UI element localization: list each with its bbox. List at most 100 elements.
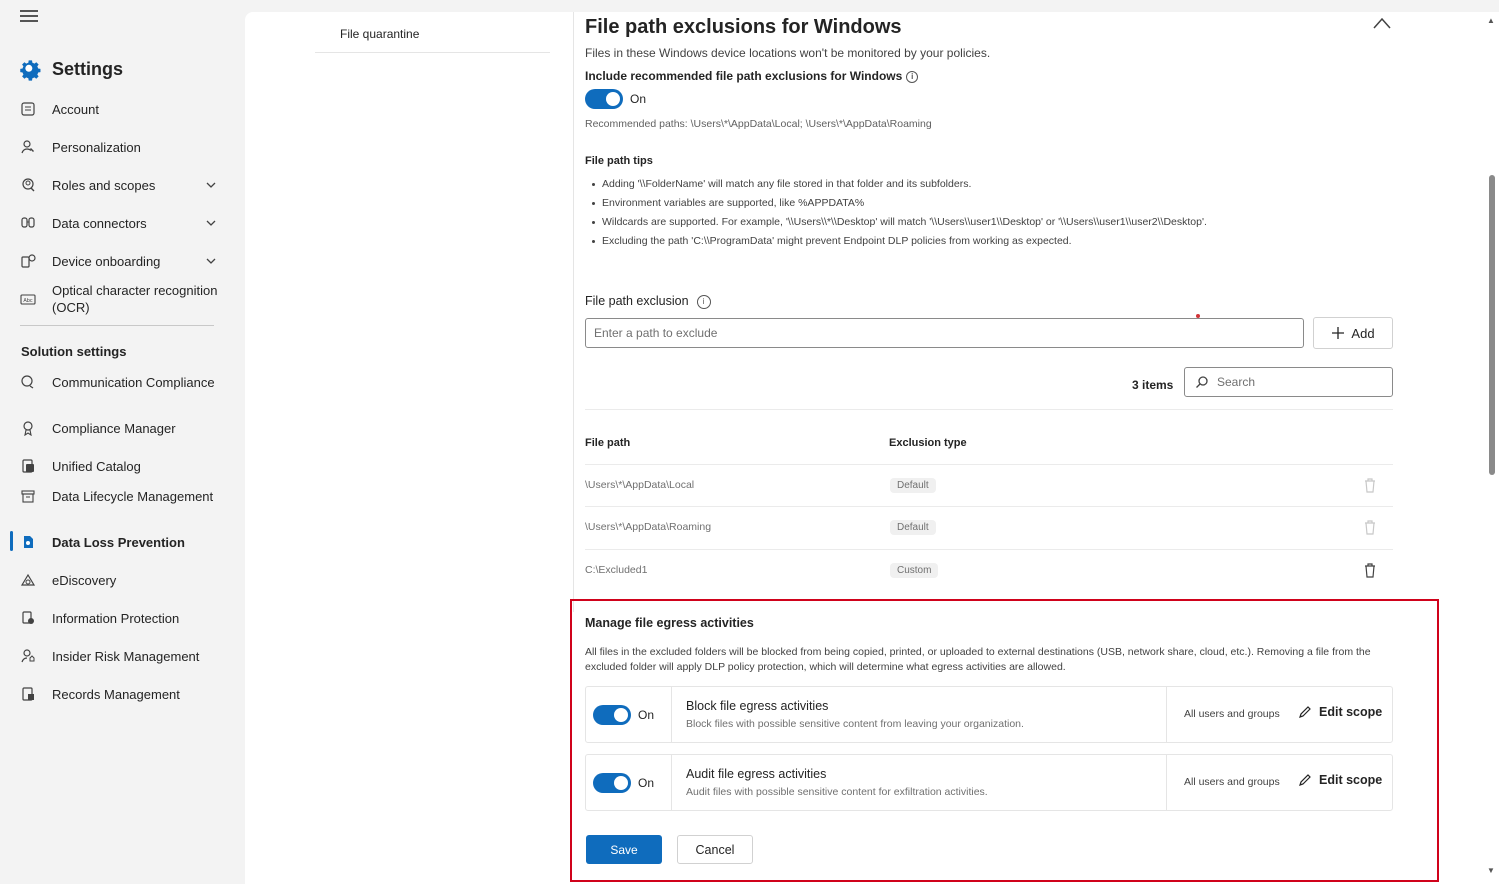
nav-item-data-loss-prevention[interactable]: Data Loss Prevention bbox=[18, 533, 218, 551]
nav-item-label: Unified Catalog bbox=[52, 458, 141, 474]
row-divider bbox=[1166, 687, 1167, 742]
roles-icon bbox=[18, 176, 38, 194]
edit-scope-button[interactable]: Edit scope bbox=[1298, 705, 1382, 719]
tip-item: Excluding the path 'C:\\ProgramData' mig… bbox=[590, 232, 1207, 251]
file-path-exclusion-label: File path exclusion i bbox=[585, 294, 711, 309]
items-count: 3 items bbox=[1132, 378, 1174, 392]
nav-item-unified-catalog[interactable]: Unified Catalog bbox=[18, 457, 218, 475]
egress-row-audit: On Audit file egress activities Audit fi… bbox=[585, 754, 1393, 811]
table-divider bbox=[585, 464, 1393, 465]
egress-title: Manage file egress activities bbox=[585, 616, 754, 630]
block-egress-scope: All users and groups bbox=[1184, 708, 1280, 720]
scrollbar-thumb[interactable] bbox=[1489, 175, 1495, 475]
scroll-down-icon[interactable]: ▼ bbox=[1487, 866, 1495, 875]
nav-item-personalization[interactable]: Personalization bbox=[18, 138, 218, 156]
subnav-file-quarantine[interactable]: File quarantine bbox=[340, 27, 419, 41]
edit-scope-button[interactable]: Edit scope bbox=[1298, 773, 1382, 787]
trash-icon[interactable] bbox=[1363, 477, 1377, 493]
include-recommended-toggle[interactable] bbox=[585, 89, 623, 109]
table-cell-path: \Users\*\AppData\Local bbox=[585, 479, 695, 491]
lifecycle-icon bbox=[18, 487, 38, 505]
nav-item-label: Device onboarding bbox=[52, 253, 161, 269]
chevron-down-icon[interactable] bbox=[204, 216, 218, 230]
settings-header: Settings bbox=[16, 55, 123, 83]
edit-scope-label: Edit scope bbox=[1319, 773, 1383, 787]
tip-item: Environment variables are supported, lik… bbox=[590, 194, 1207, 213]
panel-description: Files in these Windows device locations … bbox=[585, 46, 991, 60]
block-egress-toggle[interactable] bbox=[593, 705, 631, 725]
audit-egress-state: On bbox=[638, 776, 655, 790]
info-icon[interactable]: i bbox=[696, 294, 711, 309]
nav-item-roles-and-scopes[interactable]: Roles and scopes bbox=[18, 176, 218, 194]
content-separator bbox=[573, 12, 574, 612]
chevron-down-icon[interactable] bbox=[204, 178, 218, 192]
include-recommended-label: Include recommended file path exclusions… bbox=[585, 69, 919, 83]
audit-egress-toggle[interactable] bbox=[593, 773, 631, 793]
egress-row-block: On Block file egress activities Block fi… bbox=[585, 686, 1393, 743]
nav-item-device-onboarding[interactable]: Device onboarding bbox=[18, 252, 218, 270]
nav-item-ediscovery[interactable]: eDiscovery bbox=[18, 571, 218, 589]
file-path-tips: Adding '\\FolderName' will match any fil… bbox=[590, 175, 1207, 251]
nav-item-label: Optical character recognition (OCR) bbox=[52, 283, 218, 315]
account-icon bbox=[18, 100, 38, 118]
scroll-up-icon[interactable]: ▲ bbox=[1487, 16, 1495, 25]
table-divider bbox=[585, 409, 1393, 410]
nav-item-account[interactable]: Account bbox=[18, 100, 218, 118]
hamburger-menu-icon[interactable] bbox=[20, 10, 38, 22]
nav-item-communication-compliance[interactable]: Communication Compliance bbox=[18, 373, 218, 391]
nav-item-label: Data Loss Prevention bbox=[52, 534, 185, 550]
chevron-down-icon[interactable] bbox=[204, 254, 218, 268]
nav-item-ocr[interactable]: Abc Optical character recognition (OCR) bbox=[18, 282, 218, 316]
table-header-exclusion-type[interactable]: Exclusion type bbox=[889, 437, 967, 449]
nav-item-label: Insider Risk Management bbox=[52, 648, 200, 664]
file-path-tips-heading: File path tips bbox=[585, 155, 653, 167]
device-icon bbox=[18, 252, 38, 270]
exclusion-type-badge: Default bbox=[890, 478, 936, 493]
ocr-icon: Abc bbox=[18, 290, 38, 308]
trash-icon[interactable] bbox=[1363, 519, 1377, 535]
nav-item-insider-risk-management[interactable]: Insider Risk Management bbox=[18, 647, 218, 665]
nav-item-label: Personalization bbox=[52, 139, 141, 155]
pencil-icon bbox=[1299, 774, 1311, 786]
nav-item-records-management[interactable]: Records Management bbox=[18, 685, 218, 703]
nav-item-information-protection[interactable]: Information Protection bbox=[18, 609, 218, 627]
dlp-icon bbox=[18, 533, 38, 551]
save-button[interactable]: Save bbox=[586, 835, 662, 864]
search-placeholder: Search bbox=[1217, 375, 1256, 389]
nav-item-label: Data Lifecycle Management bbox=[52, 488, 214, 504]
tip-item: Adding '\\FolderName' will match any fil… bbox=[590, 175, 1207, 194]
nav-item-label: Communication Compliance bbox=[52, 374, 215, 390]
add-button[interactable]: Add bbox=[1313, 317, 1393, 349]
chevron-up-icon[interactable] bbox=[1372, 16, 1392, 30]
table-divider bbox=[585, 549, 1393, 550]
nav-item-label: Account bbox=[52, 101, 99, 117]
active-indicator bbox=[10, 531, 13, 551]
pencil-icon bbox=[1299, 706, 1311, 718]
svg-text:Abc: Abc bbox=[23, 298, 33, 304]
nav-item-label: Roles and scopes bbox=[52, 177, 156, 193]
nav-item-label: Records Management bbox=[52, 686, 180, 702]
block-egress-subtitle: Block files with possible sensitive cont… bbox=[686, 718, 1024, 730]
nav-item-label: Information Protection bbox=[52, 610, 180, 626]
nav-item-data-lifecycle-management[interactable]: Data Lifecycle Management bbox=[18, 487, 218, 505]
info-icon[interactable]: i bbox=[906, 70, 919, 83]
egress-description: All files in the excluded folders will b… bbox=[585, 646, 1371, 673]
cancel-button[interactable]: Cancel bbox=[677, 835, 753, 864]
audit-egress-title: Audit file egress activities bbox=[686, 767, 827, 781]
table-divider bbox=[585, 506, 1393, 507]
include-recommended-state: On bbox=[630, 92, 647, 106]
catalog-icon bbox=[18, 457, 38, 475]
trash-icon[interactable] bbox=[1363, 562, 1377, 578]
search-input[interactable]: Search bbox=[1184, 367, 1393, 397]
file-path-input[interactable]: Enter a path to exclude bbox=[585, 318, 1304, 348]
subnav-divider bbox=[315, 52, 550, 53]
nav-item-compliance-manager[interactable]: Compliance Manager bbox=[18, 419, 218, 437]
ediscovery-icon bbox=[18, 571, 38, 589]
nav-item-data-connectors[interactable]: Data connectors bbox=[18, 214, 218, 232]
compliance-manager-icon bbox=[18, 419, 38, 437]
include-recommended-text: Include recommended file path exclusions… bbox=[585, 69, 903, 83]
records-icon bbox=[18, 685, 38, 703]
tip-item: Wildcards are supported. For example, '\… bbox=[590, 213, 1207, 232]
personalization-icon bbox=[18, 138, 38, 156]
table-header-file-path[interactable]: File path bbox=[585, 437, 630, 449]
